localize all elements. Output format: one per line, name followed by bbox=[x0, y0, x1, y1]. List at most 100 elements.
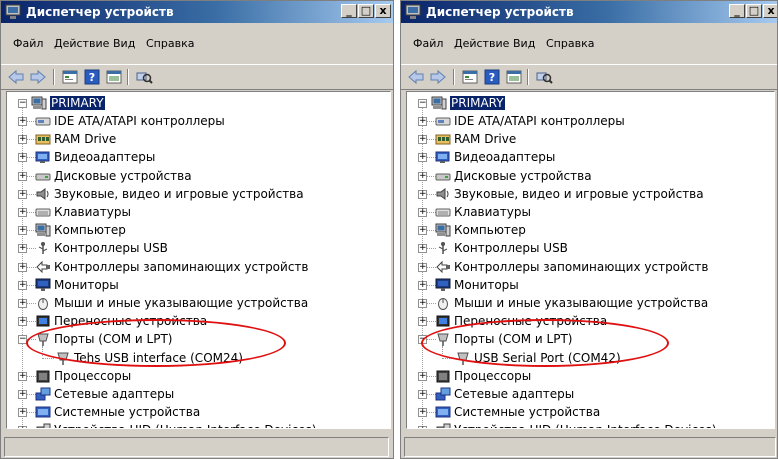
expand-toggle[interactable]: + bbox=[18, 408, 27, 417]
maximize-button[interactable]: □ bbox=[358, 4, 374, 18]
expand-toggle[interactable]: + bbox=[18, 135, 27, 144]
tree-node[interactable]: + IDE ATA/ATAPI контроллеры bbox=[18, 113, 365, 130]
expand-toggle[interactable]: + bbox=[18, 281, 27, 290]
tree-node[interactable]: + Устройства HID (Human Interface Devices… bbox=[418, 422, 765, 428]
expand-toggle[interactable]: + bbox=[18, 426, 27, 428]
expand-toggle[interactable]: + bbox=[418, 135, 427, 144]
tree-node[interactable]: + Компьютер bbox=[18, 222, 365, 239]
tree-node[interactable]: + RAM Drive bbox=[418, 131, 765, 148]
forward-icon[interactable] bbox=[429, 69, 447, 85]
tree-node[interactable]: + Клавиатуры bbox=[18, 204, 365, 221]
tree-node[interactable]: + Клавиатуры bbox=[418, 204, 765, 221]
expand-toggle[interactable]: + bbox=[18, 172, 27, 181]
device-manager-window-right: Диспетчер устройств _ □ x Файл Действие … bbox=[400, 0, 778, 459]
tree-node[interactable]: + Мониторы bbox=[18, 277, 365, 294]
expand-toggle[interactable]: + bbox=[418, 317, 427, 326]
tree-node[interactable]: + Звуковые, видео и игровые устройства bbox=[418, 186, 765, 203]
view-icon[interactable] bbox=[505, 69, 523, 85]
expand-toggle[interactable]: + bbox=[18, 153, 27, 162]
expand-toggle[interactable]: + bbox=[418, 281, 427, 290]
expand-toggle[interactable]: + bbox=[18, 244, 27, 253]
tree-node[interactable]: + Системные устройства bbox=[18, 404, 365, 421]
scan-hardware-icon[interactable] bbox=[535, 69, 553, 85]
tree-node[interactable]: + Контроллеры USB bbox=[18, 240, 365, 257]
back-icon[interactable] bbox=[407, 69, 425, 85]
help-icon[interactable]: ? bbox=[83, 69, 101, 85]
tree-node[interactable]: + Сетевые адаптеры bbox=[18, 386, 365, 403]
tree-node[interactable]: + Мыши и иные указывающие устройства bbox=[18, 295, 365, 312]
expand-toggle[interactable]: + bbox=[18, 317, 27, 326]
expand-toggle[interactable]: + bbox=[418, 190, 427, 199]
tree-node[interactable]: + Системные устройства bbox=[418, 404, 765, 421]
expand-toggle[interactable]: + bbox=[418, 226, 427, 235]
tree-node[interactable]: + Дисковые устройства bbox=[418, 168, 765, 185]
expand-toggle[interactable]: + bbox=[418, 172, 427, 181]
menu-file[interactable]: Файл bbox=[13, 37, 43, 50]
hid-icon bbox=[36, 423, 51, 428]
properties-icon[interactable] bbox=[461, 69, 479, 85]
expand-toggle[interactable]: + bbox=[18, 372, 27, 381]
close-button[interactable]: x bbox=[763, 4, 777, 18]
menu-view[interactable]: Вид bbox=[513, 37, 535, 50]
collapse-toggle[interactable]: − bbox=[18, 99, 27, 108]
tree-node[interactable]: + Дисковые устройства bbox=[18, 168, 365, 185]
expand-toggle[interactable]: + bbox=[18, 299, 27, 308]
menu-action[interactable]: Действие bbox=[454, 37, 509, 50]
tree-node[interactable]: + Сетевые адаптеры bbox=[418, 386, 765, 403]
expand-toggle[interactable]: + bbox=[418, 244, 427, 253]
tree-node[interactable]: + Контроллеры запоминающих устройств bbox=[418, 259, 765, 276]
tree-root[interactable]: − PRIMARY bbox=[15, 95, 315, 112]
expand-toggle[interactable]: + bbox=[418, 263, 427, 272]
maximize-button[interactable]: □ bbox=[746, 4, 762, 18]
tree-node[interactable]: + Видеоадаптеры bbox=[418, 149, 765, 166]
expand-toggle[interactable]: + bbox=[18, 190, 27, 199]
expand-toggle[interactable]: + bbox=[18, 226, 27, 235]
properties-icon[interactable] bbox=[61, 69, 79, 85]
tree-root[interactable]: − PRIMARY bbox=[415, 95, 715, 112]
back-icon[interactable] bbox=[7, 69, 25, 85]
menu-action[interactable]: Действие bbox=[54, 37, 109, 50]
expand-toggle[interactable]: + bbox=[418, 299, 427, 308]
expand-toggle[interactable]: + bbox=[418, 117, 427, 126]
forward-icon[interactable] bbox=[29, 69, 47, 85]
minimize-button[interactable]: _ bbox=[341, 4, 357, 18]
expand-toggle[interactable]: + bbox=[18, 263, 27, 272]
title-bar[interactable]: Диспетчер устройств _ □ x bbox=[1, 1, 393, 23]
tree-node[interactable]: + Устройства HID (Human Interface Devices… bbox=[18, 422, 365, 428]
title-bar[interactable]: Диспетчер устройств _ □ x bbox=[401, 1, 777, 23]
expand-toggle[interactable]: + bbox=[418, 372, 427, 381]
expand-toggle[interactable]: + bbox=[18, 390, 27, 399]
tree-node[interactable]: + Мыши и иные указывающие устройства bbox=[418, 295, 765, 312]
tree-node[interactable]: + Процессоры bbox=[418, 368, 765, 385]
tree-node[interactable]: + Мониторы bbox=[418, 277, 765, 294]
menu-help[interactable]: Справка bbox=[546, 37, 594, 50]
expand-toggle[interactable]: + bbox=[18, 117, 27, 126]
help-icon[interactable]: ? bbox=[483, 69, 501, 85]
scan-hardware-icon[interactable] bbox=[135, 69, 153, 85]
tree-node[interactable]: + Компьютер bbox=[418, 222, 765, 239]
tree-node[interactable]: + Контроллеры USB bbox=[418, 240, 765, 257]
disk-drive-icon bbox=[435, 173, 451, 181]
view-icon[interactable] bbox=[105, 69, 123, 85]
expand-toggle[interactable]: + bbox=[418, 408, 427, 417]
expand-toggle[interactable]: + bbox=[418, 426, 427, 428]
menu-help[interactable]: Справка bbox=[146, 37, 194, 50]
tree-node[interactable]: + Контроллеры запоминающих устройств bbox=[18, 259, 365, 276]
tree-node[interactable]: + IDE ATA/ATAPI контроллеры bbox=[418, 113, 765, 130]
collapse-toggle[interactable]: − bbox=[418, 99, 427, 108]
expand-toggle[interactable]: + bbox=[418, 153, 427, 162]
minimize-button[interactable]: _ bbox=[729, 4, 745, 18]
expand-toggle[interactable]: + bbox=[18, 208, 27, 217]
tree-node[interactable]: + Видеоадаптеры bbox=[18, 149, 365, 166]
expand-toggle[interactable]: + bbox=[418, 390, 427, 399]
menu-file[interactable]: Файл bbox=[413, 37, 443, 50]
close-button[interactable]: x bbox=[375, 4, 391, 18]
device-tree[interactable]: − PRIMARY + IDE ATA/ATAPI контроллеры + RAM… bbox=[406, 91, 775, 429]
tree-node[interactable]: + Звуковые, видео и игровые устройства bbox=[18, 186, 365, 203]
monitor-icon bbox=[435, 278, 451, 291]
tree-node[interactable]: + RAM Drive bbox=[18, 131, 365, 148]
expand-toggle[interactable]: + bbox=[418, 208, 427, 217]
menu-view[interactable]: Вид bbox=[113, 37, 135, 50]
device-tree[interactable]: − PRIMARY + IDE ATA/ATAPI контроллеры + RAM… bbox=[6, 91, 391, 429]
tree-node[interactable]: + Процессоры bbox=[18, 368, 365, 385]
